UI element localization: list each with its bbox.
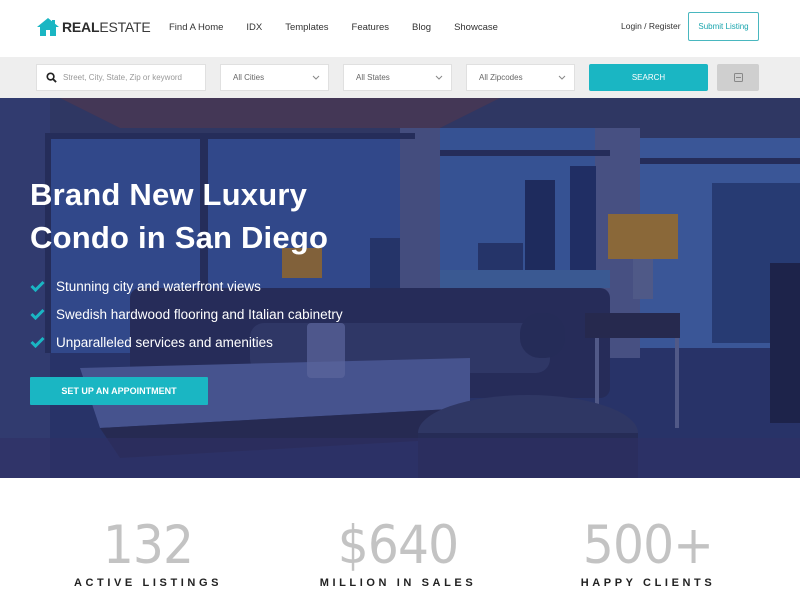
zipcodes-select[interactable]: All Zipcodes	[466, 64, 575, 91]
logo[interactable]: REALESTATE	[37, 16, 151, 38]
chevron-down-icon	[558, 75, 566, 80]
set-up-appointment-button[interactable]: SET UP AN APPOINTMENT	[30, 377, 208, 405]
login-register-link[interactable]: Login / Register	[621, 21, 681, 31]
checkmark-icon	[30, 308, 45, 320]
zipcodes-select-value: All Zipcodes	[479, 73, 523, 82]
keyword-search-field[interactable]	[36, 64, 206, 91]
feature-text: Stunning city and waterfront views	[56, 278, 261, 294]
site-header: REALESTATE Find A Home IDX Templates Fea…	[0, 0, 800, 57]
advanced-search-button[interactable]	[717, 64, 759, 91]
hero-title-line-1: Brand New Luxury	[30, 177, 308, 212]
checkmark-icon	[30, 336, 45, 348]
house-logo-icon	[37, 18, 59, 36]
logo-text-light: ESTATE	[99, 19, 151, 35]
logo-text-bold: REAL	[62, 19, 100, 35]
search-bar: All Cities All States All Zipcodes SEARC…	[0, 57, 800, 98]
stats-section: 132 ACTIVE LISTINGS $640 MILLION IN SALE…	[0, 478, 800, 604]
hero-title: Brand New Luxury Condo in San Diego	[30, 173, 328, 259]
nav-idx[interactable]: IDX	[246, 22, 262, 33]
states-select[interactable]: All States	[343, 64, 452, 91]
stat-label: HAPPY CLIENTS	[580, 577, 716, 589]
nav-showcase[interactable]: Showcase	[454, 22, 498, 33]
stat-happy-clients: 500+ HAPPY CLIENTS	[528, 515, 768, 590]
search-button[interactable]: SEARCH	[589, 64, 708, 91]
nav-blog[interactable]: Blog	[412, 22, 431, 33]
feature-item: Unparalleled services and amenities	[30, 328, 343, 356]
feature-list: Stunning city and waterfront views Swedi…	[30, 272, 343, 356]
stat-active-listings: 132 ACTIVE LISTINGS	[28, 515, 268, 590]
hero-banner: Brand New Luxury Condo in San Diego Stun…	[0, 98, 800, 478]
feature-item: Swedish hardwood flooring and Italian ca…	[30, 300, 343, 328]
nav-templates[interactable]: Templates	[285, 22, 328, 33]
chevron-down-icon	[312, 75, 320, 80]
feature-text: Unparalleled services and amenities	[56, 334, 273, 350]
feature-text: Swedish hardwood flooring and Italian ca…	[56, 306, 343, 322]
states-select-value: All States	[356, 73, 390, 82]
stat-million-in-sales: $640 MILLION IN SALES	[278, 515, 518, 590]
stat-label: MILLION IN SALES	[319, 577, 477, 589]
cities-select[interactable]: All Cities	[220, 64, 329, 91]
advanced-search-icon	[733, 73, 743, 82]
cities-select-value: All Cities	[233, 73, 265, 82]
nav-find-a-home[interactable]: Find A Home	[169, 22, 223, 33]
nav-features[interactable]: Features	[352, 22, 390, 33]
main-nav: Find A Home IDX Templates Features Blog …	[169, 22, 521, 33]
chevron-down-icon	[435, 75, 443, 80]
stat-value: $640	[337, 515, 459, 576]
hero-title-line-2: Condo in San Diego	[30, 220, 329, 255]
search-icon	[46, 72, 57, 83]
keyword-search-input[interactable]	[63, 73, 193, 82]
feature-item: Stunning city and waterfront views	[30, 272, 343, 300]
stat-value: 500+	[582, 515, 714, 576]
checkmark-icon	[30, 280, 45, 292]
stat-value: 132	[102, 515, 194, 576]
stat-label: ACTIVE LISTINGS	[73, 577, 223, 589]
submit-listing-button[interactable]: Submit Listing	[688, 12, 759, 41]
